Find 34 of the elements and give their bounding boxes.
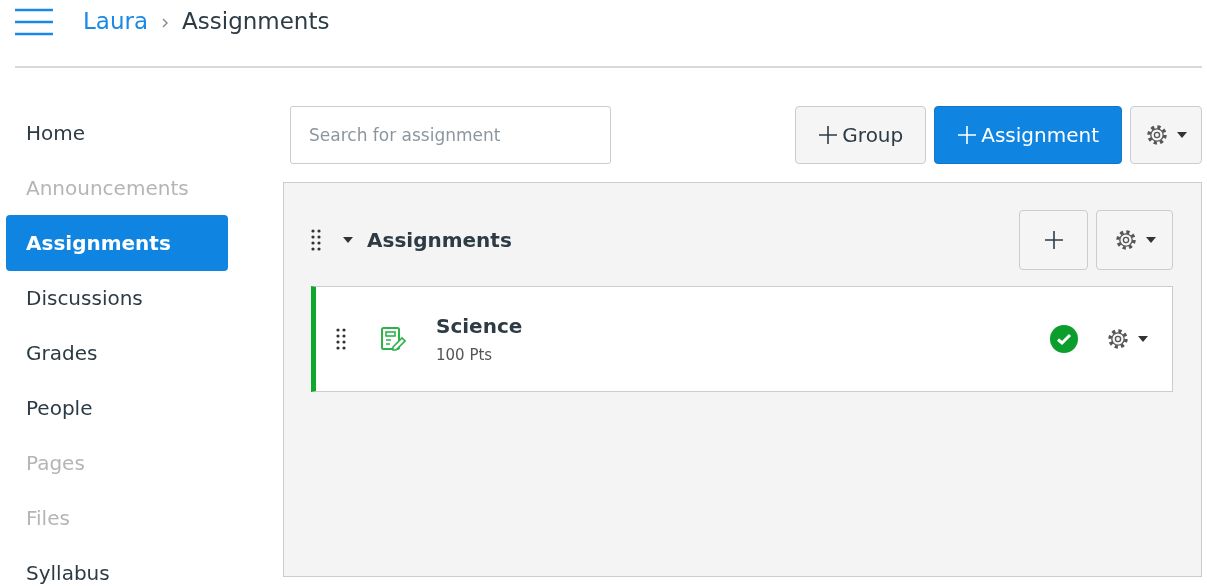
assignment-title[interactable]: Science xyxy=(436,314,523,338)
drag-handle-icon[interactable] xyxy=(311,228,321,252)
breadcrumb-link[interactable]: Laura xyxy=(83,8,149,34)
add-group-button[interactable]: Group xyxy=(795,105,927,164)
drag-handle-icon[interactable] xyxy=(336,327,346,351)
chevron-right-icon xyxy=(162,18,169,28)
add-assignment-button[interactable]: Assignment xyxy=(934,105,1122,164)
sidebar-item[interactable]: Grades xyxy=(6,325,228,381)
settings-menu-button[interactable] xyxy=(1096,210,1173,270)
sidebar-item[interactable]: Discussions xyxy=(6,270,228,326)
caret-icon xyxy=(1138,336,1148,342)
settings-menu-button[interactable] xyxy=(1106,327,1148,351)
search-field[interactable]: Search for assignment xyxy=(290,105,611,164)
settings-menu-button[interactable] xyxy=(1130,105,1202,164)
page-title: Assignments xyxy=(182,8,330,34)
published-check-icon[interactable] xyxy=(1050,325,1078,353)
sidebar-item[interactable]: Syllabus xyxy=(6,545,228,586)
plus-icon xyxy=(957,124,978,145)
assignment-points: 100 Pts xyxy=(436,346,494,364)
assignment-icon xyxy=(380,326,406,352)
settings-icon xyxy=(1106,327,1130,351)
sidebar-item[interactable]: Home xyxy=(6,105,228,161)
caret-down-icon[interactable] xyxy=(343,235,353,245)
caret-icon xyxy=(1177,131,1187,138)
group-title: Assignments xyxy=(367,228,512,252)
plus-icon xyxy=(1043,230,1064,250)
menu-icon[interactable] xyxy=(15,8,53,36)
caret-icon xyxy=(1145,237,1156,243)
settings-icon xyxy=(1113,228,1138,252)
settings-icon xyxy=(1145,122,1169,147)
assignment-row[interactable]: Science 100 Pts xyxy=(311,286,1173,392)
plus-icon xyxy=(818,124,839,145)
sidebar-item[interactable]: Assignments xyxy=(6,215,228,271)
sidebar-item[interactable]: People xyxy=(6,380,228,436)
